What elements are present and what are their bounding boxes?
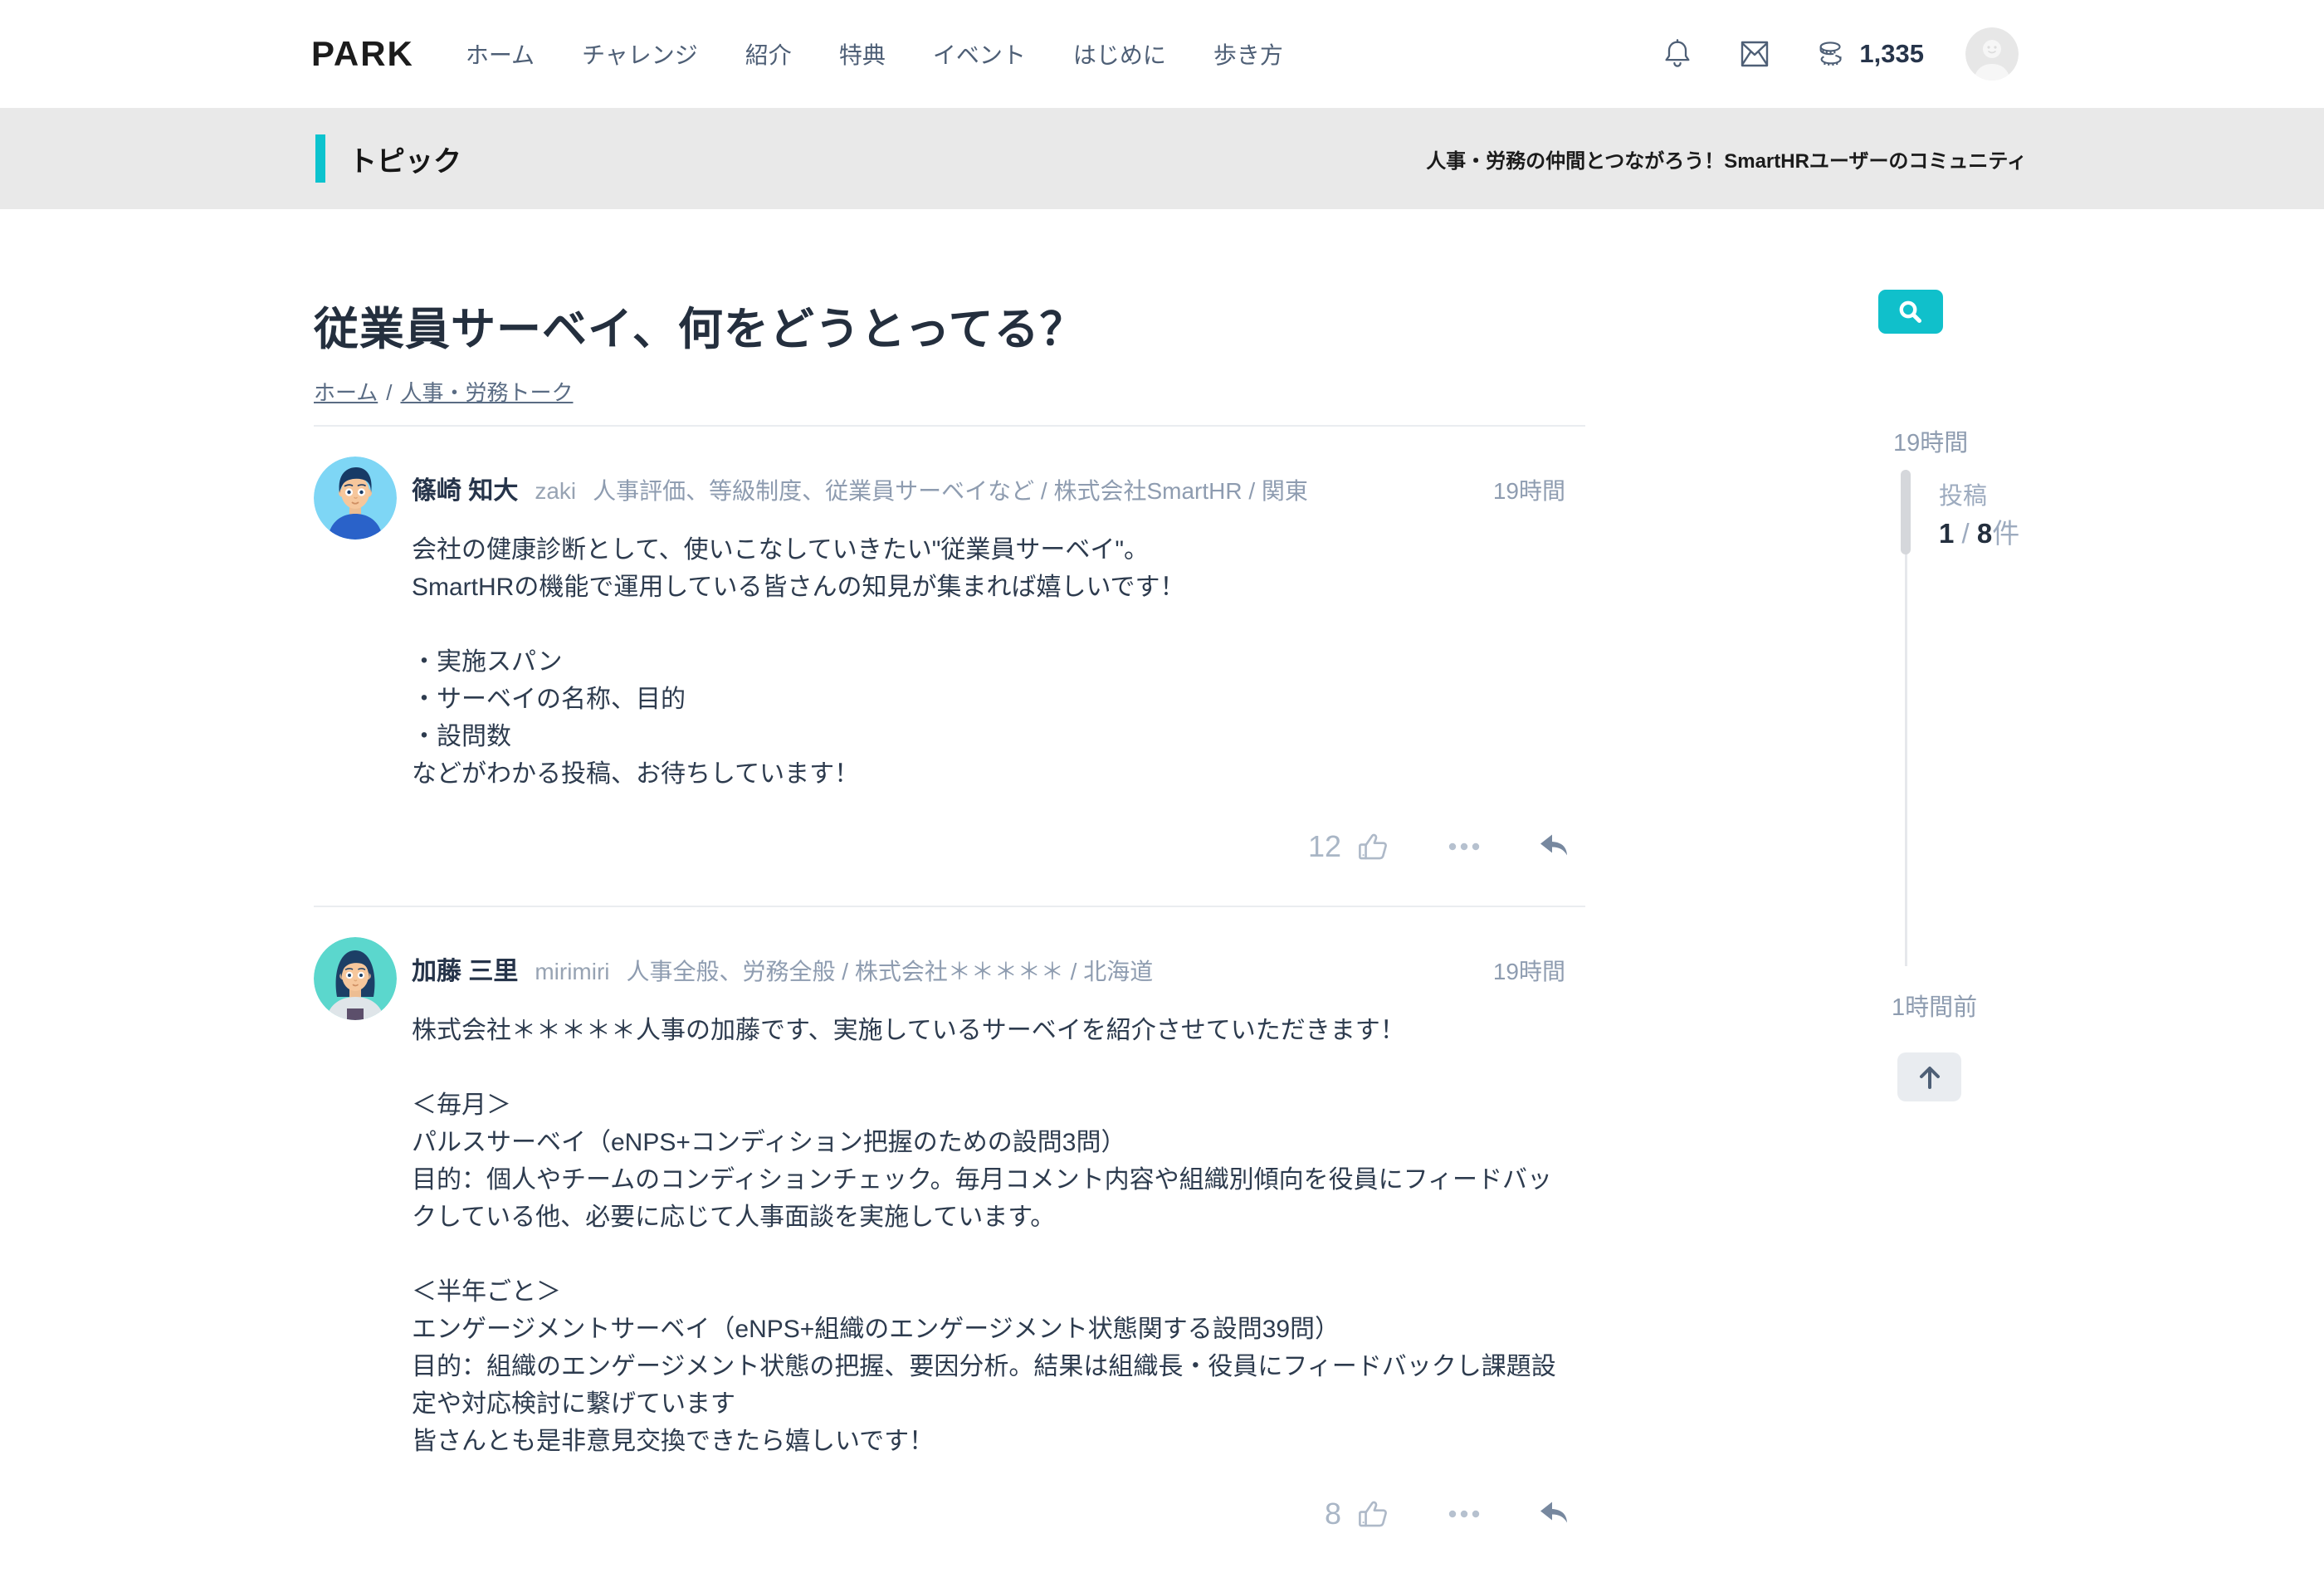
arrow-up-icon (1915, 1062, 1945, 1092)
coins-icon (1814, 36, 1849, 72)
post-1-content: 篠崎 知大 zaki 人事評価、等級制度、従業員サーベイなど / 株式会社Sma… (412, 457, 1585, 864)
post-meta: 人事全般、労務全般 / 株式会社＊＊＊＊＊ / 北海道 (626, 959, 1154, 984)
post-timestamp: 19時間 (1492, 478, 1565, 504)
global-header: PARK ホーム チャレンジ 紹介 特典 イベント はじめに 歩き方 1,335 (0, 0, 2324, 108)
reply-button[interactable] (1537, 832, 1570, 862)
coin-balance[interactable]: 1,335 (1814, 36, 1924, 72)
envelope-icon[interactable] (1736, 36, 1773, 72)
timeline-scrubber-handle[interactable] (1901, 470, 1911, 554)
bell-icon[interactable] (1660, 36, 1695, 72)
post-1-header: 篠崎 知大 zaki 人事評価、等級制度、従業員サーベイなど / 株式会社Sma… (412, 457, 1585, 506)
topic-bar: トピック 人事・労務の仲間とつながろう！SmartHRユーザーのコミュニティ (0, 108, 2324, 209)
community-tagline: 人事・労務の仲間とつながろう！SmartHRユーザーのコミュニティ (1426, 149, 2027, 173)
user-avatar[interactable] (1965, 27, 2019, 81)
post-author[interactable]: 加藤 三里 (412, 950, 518, 987)
scroll-to-top-button[interactable] (1897, 1052, 1961, 1101)
nav-benefits[interactable]: 特典 (839, 37, 886, 71)
like-button[interactable]: 8 (1325, 1497, 1391, 1531)
breadcrumb-home-link[interactable]: ホーム (314, 380, 378, 405)
breadcrumb-category-link[interactable]: 人事・労務トーク (400, 380, 573, 405)
current-post-number: 1 (1939, 518, 1955, 549)
accent-bar (315, 134, 325, 183)
breadcrumb: ホーム / 人事・労務トーク (314, 376, 1585, 427)
post-body: 会社の健康診断として、使いこなしていきたい"従業員サーベイ"。 SmartHRの… (412, 536, 1185, 788)
topic-bar-title: トピック (349, 145, 461, 178)
post-1-actions: 12 (412, 829, 1570, 864)
page-title: 従業員サーベイ、何をどうとってる？ (314, 305, 1086, 354)
like-count: 8 (1324, 1497, 1341, 1531)
thumbs-up-icon (1356, 829, 1391, 864)
post-2: 加藤 三里 mirimiri 人事全般、労務全般 / 株式会社＊＊＊＊＊ / 北… (314, 907, 1585, 1531)
park-logo[interactable]: PARK (311, 34, 414, 74)
count-unit: 件 (1992, 518, 2020, 549)
timeline-post-count: 1 / 8件 (1939, 518, 2020, 549)
like-button[interactable]: 12 (1308, 829, 1391, 864)
post-timestamp: 19時間 (1492, 959, 1565, 984)
nav-home[interactable]: ホーム (466, 37, 535, 71)
topic-main: 従業員サーベイ、何をどうとってる？ ホーム / 人事・労務トーク 篠崎 知大 z… (314, 292, 1585, 1531)
like-count: 12 (1307, 829, 1341, 863)
post-1-avatar[interactable] (314, 457, 397, 540)
post-2-actions: 8 (412, 1497, 1570, 1531)
post-handle: zaki (535, 478, 577, 504)
post-handle: mirimiri (535, 959, 610, 984)
nav-challenge[interactable]: チャレンジ (582, 37, 698, 71)
coin-count: 1,335 (1859, 39, 1924, 68)
post-2-avatar[interactable] (314, 937, 397, 1020)
total-post-number: 8 (1976, 518, 1993, 549)
reply-button[interactable] (1537, 1499, 1570, 1529)
post-body: 株式会社＊＊＊＊＊人事の加藤です、実施しているサーベイを紹介させていただきます！… (412, 1017, 1556, 1455)
timeline-end-time: 1時間前 (1892, 994, 1978, 1021)
header-actions: 1,335 (1660, 27, 2019, 81)
post-2-header: 加藤 三里 mirimiri 人事全般、労務全般 / 株式会社＊＊＊＊＊ / 北… (412, 937, 1585, 987)
search-icon (1894, 297, 1927, 327)
timeline-posts-label: 投稿 (1939, 483, 1988, 510)
community-topic-page: PARK ホーム チャレンジ 紹介 特典 イベント はじめに 歩き方 1,335… (0, 0, 2324, 1592)
post-author[interactable]: 篠崎 知大 (412, 470, 518, 506)
more-options-button[interactable] (1446, 1507, 1482, 1521)
nav-intro[interactable]: 紹介 (745, 37, 792, 71)
thumbs-up-icon (1356, 1497, 1391, 1531)
post-1: 篠崎 知大 zaki 人事評価、等級制度、従業員サーベイなど / 株式会社Sma… (314, 427, 1585, 907)
nav-events[interactable]: イベント (933, 37, 1026, 71)
search-button[interactable] (1878, 290, 1943, 334)
post-meta: 人事評価、等級制度、従業員サーベイなど / 株式会社SmartHR / 関東 (593, 478, 1308, 504)
timeline-start-time: 19時間 (1893, 430, 1969, 457)
more-options-button[interactable] (1446, 840, 1482, 853)
breadcrumb-separator: / (386, 380, 393, 405)
post-2-content: 加藤 三里 mirimiri 人事全般、労務全般 / 株式会社＊＊＊＊＊ / 北… (412, 937, 1585, 1531)
nav-guide[interactable]: 歩き方 (1213, 37, 1283, 71)
main-nav: ホーム チャレンジ 紹介 特典 イベント はじめに 歩き方 (466, 37, 1283, 71)
nav-getting-started[interactable]: はじめに (1073, 37, 1166, 71)
